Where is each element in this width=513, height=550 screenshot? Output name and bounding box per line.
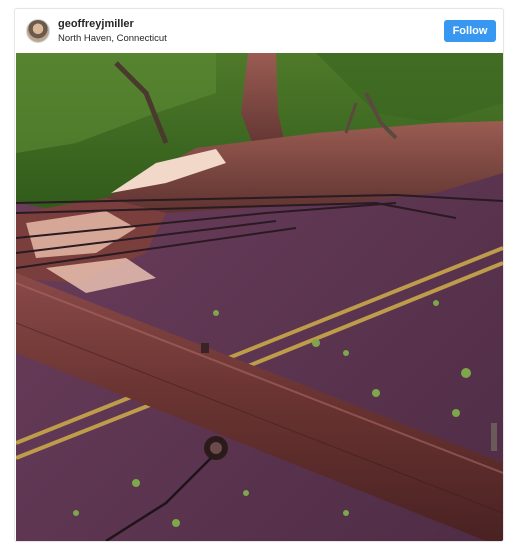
location-link[interactable]: North Haven, Connecticut <box>58 32 167 45</box>
post-author-block: geoffreyjmiller North Haven, Connecticut <box>58 18 167 45</box>
instagram-post-card: geoffreyjmiller North Haven, Connecticut… <box>14 8 504 542</box>
photo-image <box>16 53 503 541</box>
avatar[interactable] <box>26 19 50 43</box>
post-header: geoffreyjmiller North Haven, Connecticut… <box>15 9 503 53</box>
post-photo[interactable] <box>16 53 503 541</box>
username-link[interactable]: geoffreyjmiller <box>58 18 167 31</box>
follow-button[interactable]: Follow <box>444 20 496 42</box>
